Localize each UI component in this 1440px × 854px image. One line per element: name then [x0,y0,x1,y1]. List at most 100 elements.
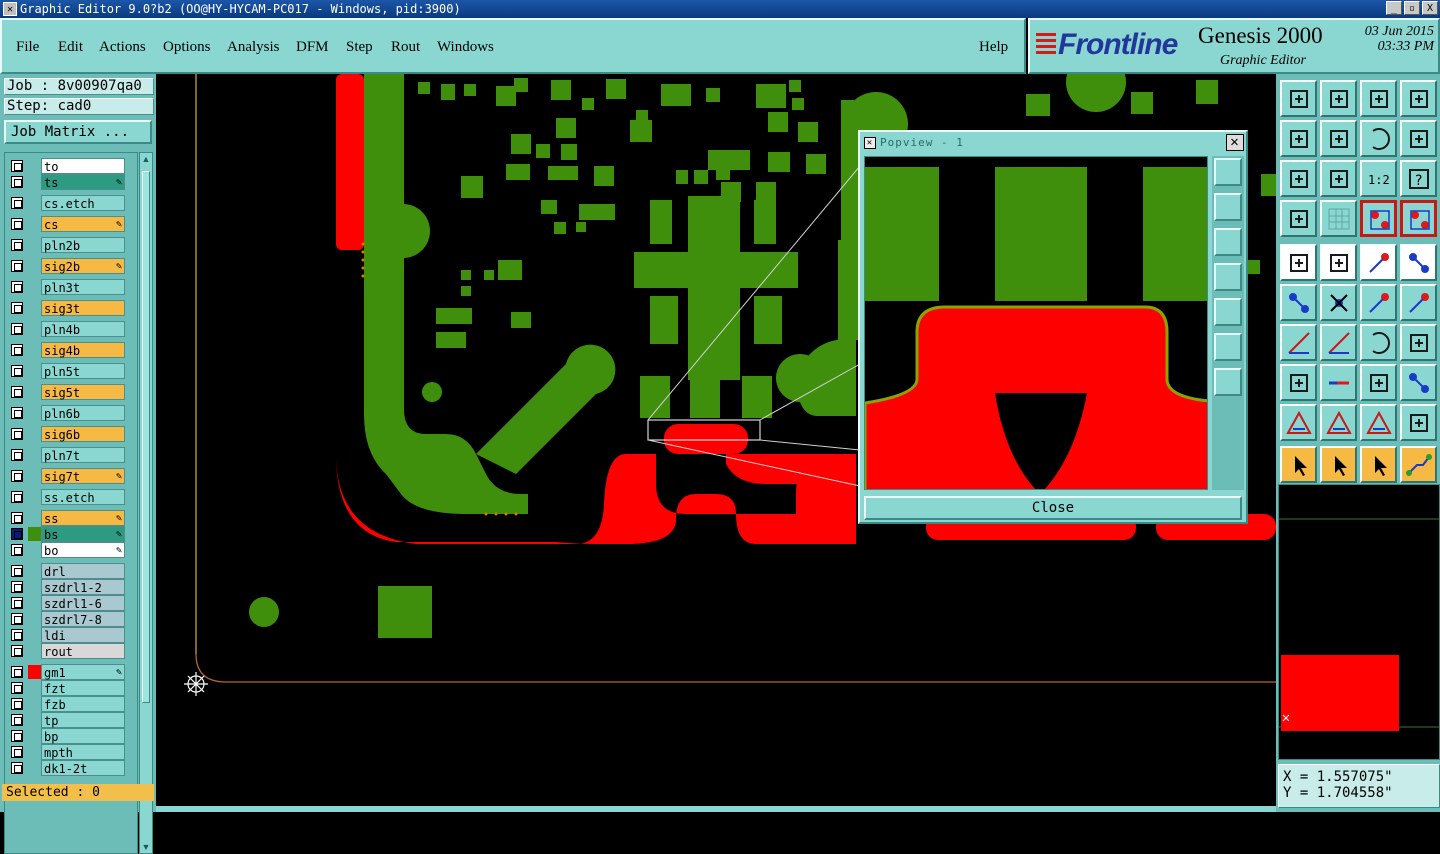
text-icon[interactable] [1400,324,1437,361]
layer-row-sig4b[interactable]: sig4b [7,342,137,358]
layer-row-sig2b[interactable]: sig2b ✎ [7,258,137,274]
layer-name[interactable]: cs.etch [41,195,125,211]
grid-icon[interactable] [1320,200,1357,237]
delete-icon[interactable] [1320,284,1357,321]
popview-close-button[interactable]: Close [864,496,1242,520]
popview-window[interactable]: ✕ Popview - 1 ✕ Close [858,130,1248,524]
canvas-hscrollbar[interactable] [156,806,1276,812]
layer-name[interactable]: pln3t [41,279,125,295]
menu-actions[interactable]: Actions [99,39,146,56]
snap-red2-icon[interactable] [1400,200,1437,237]
zoom-in-icon[interactable] [1320,80,1357,117]
popview-tool-right-icon[interactable] [1214,298,1242,326]
layer-checkbox[interactable] [11,239,23,251]
layer-checkbox[interactable] [11,512,23,524]
layer-checkbox[interactable] [11,176,23,188]
layer-name[interactable]: fzb [41,696,125,712]
layer-name[interactable]: fzt [41,680,125,696]
layer-row-fzb[interactable]: fzb [7,696,137,712]
center-icon[interactable] [1320,160,1357,197]
popview-tool-left-icon[interactable] [1214,263,1242,291]
layer-row-pln6b[interactable]: pln6b [7,405,137,421]
ruler-tool-icon[interactable] [1280,200,1317,237]
layer-name[interactable]: sig5t [41,384,125,400]
popview-viewport[interactable] [864,156,1208,490]
layer-row-sig3t[interactable]: sig3t [7,300,137,316]
layer-checkbox[interactable] [11,302,23,314]
menu-file[interactable]: File [16,39,39,56]
layer-row-pln3t[interactable]: pln3t [7,279,137,295]
layer-row-pln4b[interactable]: pln4b [7,321,137,337]
layer-row-pln5t[interactable]: pln5t [7,363,137,379]
popview-titlebar[interactable]: ✕ Popview - 1 ✕ [860,132,1246,154]
layer-name[interactable]: pln5t [41,363,125,379]
group-icon[interactable] [1400,364,1437,401]
fit-icon[interactable] [1280,160,1317,197]
menu-dfm[interactable]: DFM [296,39,329,56]
resize-icon[interactable] [1360,364,1397,401]
layer-name[interactable]: pln6b [41,405,125,421]
layer-name[interactable]: szdrl1-2 [41,579,125,595]
pointer-icon[interactable] [1280,446,1317,483]
scroll-thumb[interactable] [142,171,150,703]
layer-checkbox[interactable] [11,746,23,758]
popview-tool-home-icon[interactable] [1214,158,1242,186]
pad-icon[interactable] [1400,244,1437,281]
layer-row-to[interactable]: to [7,158,137,174]
move-icon[interactable] [1360,284,1397,321]
help-icon[interactable]: ? [1400,160,1437,197]
layer-row-szdrl1-2[interactable]: szdrl1-2 [7,579,137,595]
layer-row-cs[interactable]: cs ✎ [7,216,137,232]
layer-row-ts[interactable]: ts ✎ [7,174,137,190]
layer-row-tp[interactable]: tp [7,712,137,728]
measure-icon[interactable] [1360,244,1397,281]
draw-line-icon[interactable] [1280,324,1317,361]
layer-row-pln2b[interactable]: pln2b [7,237,137,253]
layer-checkbox[interactable] [11,597,23,609]
layer-checkbox[interactable] [11,645,23,657]
layer-row-bo[interactable]: bo ✎ [7,542,137,558]
layer-checkbox[interactable] [11,491,23,503]
layer-checkbox[interactable] [11,386,23,398]
layer-checkbox[interactable] [11,218,23,230]
layer-row-fzt[interactable]: fzt [7,680,137,696]
layer-row-ss.etch[interactable]: ss.etch [7,489,137,505]
scroll-up-icon[interactable]: ▲ [140,153,152,165]
menu-rout[interactable]: Rout [391,39,420,56]
select-icon[interactable] [1320,244,1357,281]
layer-checkbox[interactable] [11,565,23,577]
house-icon[interactable] [1360,80,1397,117]
layer-checkbox[interactable] [11,281,23,293]
minimize-button[interactable]: _ [1386,1,1402,15]
layer-name[interactable]: sig3t [41,300,125,316]
layer-checkbox[interactable] [11,407,23,419]
layer-row-gm1[interactable]: gm1 ✎ [7,664,137,680]
layer-checkbox[interactable] [11,197,23,209]
layer-name[interactable]: szdrl7-8 [41,611,125,627]
layer-row-bs[interactable]: bs ✎ [7,526,137,542]
layer-checkbox[interactable] [11,160,23,172]
popview-tool-down-icon[interactable] [1214,228,1242,256]
layer-name[interactable]: pln2b [41,237,125,253]
connect-icon[interactable] [1280,364,1317,401]
layer-checkbox[interactable] [11,428,23,440]
layer-name[interactable]: sig2b ✎ [41,258,125,274]
layer-checkbox[interactable] [11,613,23,625]
copy-icon[interactable] [1400,284,1437,321]
layer-scrollbar[interactable]: ▲ ▼ [139,152,153,854]
home-view-icon[interactable] [1280,80,1317,117]
arc-icon[interactable] [1360,324,1397,361]
angle-icon[interactable] [1320,404,1357,441]
layer-checkbox[interactable] [11,629,23,641]
layer-row-dk1-2t[interactable]: dk1-2t [7,760,137,776]
layer-checkbox[interactable] [11,581,23,593]
layer-checkbox[interactable] [11,260,23,272]
layer-checkbox[interactable] [11,714,23,726]
layer-checkbox[interactable] [11,470,23,482]
layer-name[interactable]: sig7t ✎ [41,468,125,484]
menu-analysis[interactable]: Analysis [227,39,280,56]
warning-icon[interactable] [1280,404,1317,441]
layer-row-ldi[interactable]: ldi [7,627,137,643]
route-icon[interactable] [1400,446,1437,483]
layer-row-sig5t[interactable]: sig5t [7,384,137,400]
